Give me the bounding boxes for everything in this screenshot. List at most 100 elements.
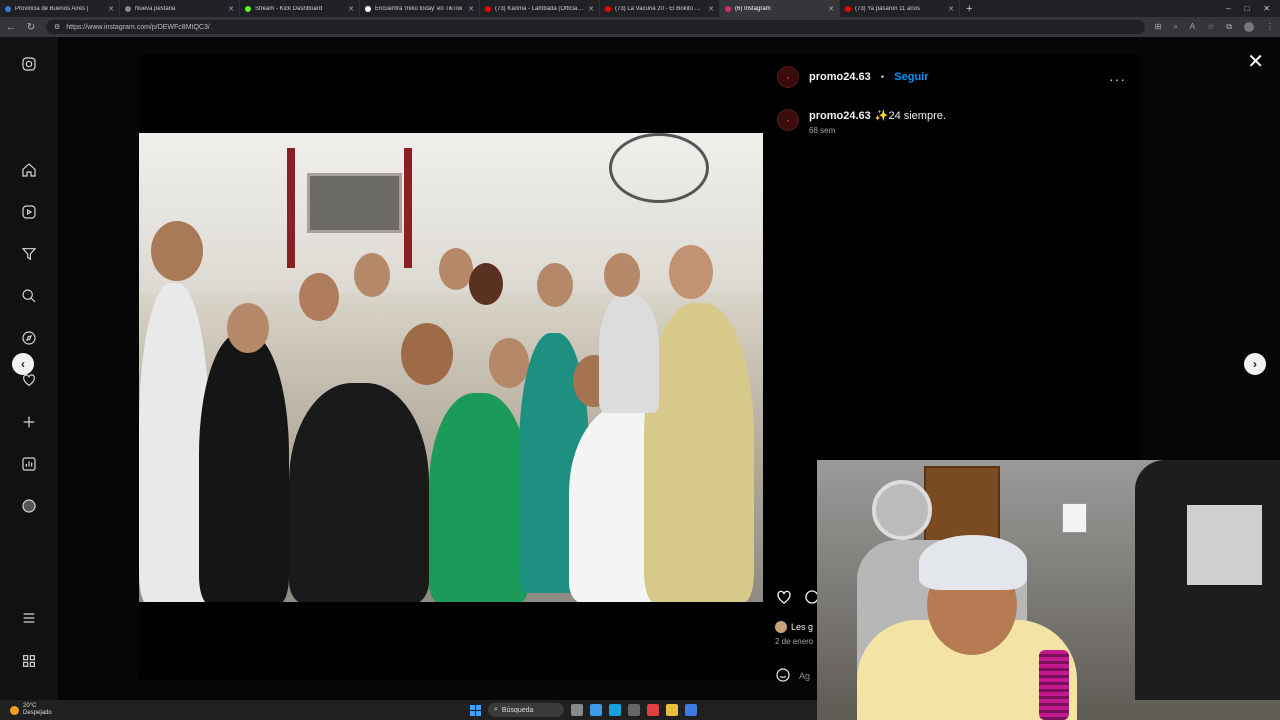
tab-favicon — [605, 5, 611, 12]
taskbar-apps: ⌕ Búsqueda — [470, 703, 697, 717]
photo-head — [354, 253, 390, 297]
photo-window — [307, 173, 402, 233]
cam-sticker — [1062, 503, 1087, 533]
install-icon[interactable]: ⊞ — [1155, 22, 1162, 32]
close-tab-icon[interactable]: ✕ — [828, 5, 834, 13]
tab-new[interactable]: Nueva pestaña ✕ — [120, 0, 240, 17]
photo-head — [537, 263, 573, 307]
tab-youtube-11-anos[interactable]: (73) Ya pasaron 11 años ✕ — [840, 0, 960, 17]
close-window-icon[interactable]: ✕ — [1263, 4, 1270, 13]
extensions-icon[interactable]: ⧉ — [1226, 22, 1232, 32]
photo-head — [669, 245, 713, 299]
tab-favicon — [485, 5, 491, 12]
translate-icon[interactable]: A — [1190, 22, 1195, 32]
close-tab-icon[interactable]: ✕ — [108, 5, 114, 13]
photo-head — [299, 273, 339, 321]
caption-username[interactable]: promo24.63 — [809, 110, 871, 122]
post-media — [139, 55, 763, 679]
close-tab-icon[interactable]: ✕ — [228, 5, 234, 13]
photo-pillar — [287, 148, 295, 268]
liker-avatar — [775, 621, 787, 633]
photo-head — [469, 263, 503, 305]
file-explorer-icon[interactable] — [666, 704, 678, 716]
photo-person — [599, 293, 659, 413]
tab-tiktok[interactable]: Encuentra 'miku today' en TikTok ✕ — [360, 0, 480, 17]
app-icon[interactable] — [647, 704, 659, 716]
close-modal-icon[interactable]: ✕ — [1247, 49, 1264, 74]
reload-icon[interactable]: ↻ — [26, 22, 36, 33]
maximize-icon[interactable]: □ — [1244, 4, 1249, 13]
bookmark-icon[interactable]: ☆ — [1207, 22, 1214, 32]
chrome-icon[interactable] — [590, 704, 602, 716]
tab-instagram[interactable]: (6) Instagram ✕ — [720, 0, 840, 17]
instagram-icon[interactable] — [20, 55, 38, 73]
webcam-overlay — [817, 460, 1280, 720]
menu-icon[interactable] — [20, 609, 38, 627]
browser-toolbar: ← ↻ ⚙ https://www.instagram.com/p/DEWFc8… — [0, 17, 1280, 37]
dashboard-icon[interactable] — [20, 455, 38, 473]
follow-button[interactable]: Seguir — [894, 71, 928, 83]
tab-kick[interactable]: Stream - Kick Dashboard ✕ — [240, 0, 360, 17]
caption-time: 68 sem — [809, 126, 836, 135]
comment-input[interactable]: Ag — [775, 667, 810, 685]
create-icon[interactable] — [20, 413, 38, 431]
caption-row: ● promo24.63 ✨24 siempre. 68 sem — [777, 109, 946, 135]
search-icon[interactable] — [20, 287, 38, 305]
terminal-icon[interactable] — [628, 704, 640, 716]
browser-menu-icon[interactable]: ⋮ — [1266, 22, 1274, 32]
more-options-button[interactable]: ··· — [1109, 71, 1126, 87]
home-icon[interactable] — [20, 161, 38, 179]
notifications-icon[interactable] — [20, 245, 38, 263]
close-tab-icon[interactable]: ✕ — [348, 5, 354, 13]
tab-title: (73) La Vacuna 20 - El Bokito Ofic — [615, 5, 705, 12]
new-tab-button[interactable]: + — [960, 3, 978, 15]
post-photo[interactable] — [139, 133, 763, 602]
caption-text: ✨24 siempre. — [874, 110, 946, 122]
close-tab-icon[interactable]: ✕ — [948, 5, 954, 13]
edge-icon[interactable] — [609, 704, 621, 716]
apps-icon[interactable] — [20, 652, 38, 670]
profile-avatar[interactable] — [1244, 22, 1254, 32]
browser-tab-bar: Provincia de Buenos Aires | ✕ Nueva pesta… — [0, 0, 1280, 17]
close-tab-icon[interactable]: ✕ — [588, 5, 594, 13]
site-info-icon[interactable]: ⚙ — [54, 23, 60, 31]
store-icon[interactable] — [685, 704, 697, 716]
cam-shirt-print — [1187, 505, 1262, 585]
tab-favicon — [5, 5, 11, 12]
back-icon[interactable]: ← — [6, 22, 16, 33]
caption-avatar[interactable]: ● — [777, 109, 799, 131]
tab-title: Encuentra 'miku today' en TikTok — [375, 5, 463, 12]
author-avatar[interactable]: ● — [777, 66, 799, 88]
photo-head — [439, 248, 473, 290]
author-username[interactable]: promo24.63 — [809, 71, 871, 83]
tab-favicon — [245, 5, 251, 12]
next-post-button[interactable]: › — [1244, 353, 1266, 375]
close-tab-icon[interactable]: ✕ — [468, 5, 474, 13]
like-icon[interactable] — [775, 588, 793, 611]
cam-microphone — [1039, 650, 1069, 720]
tab-favicon — [365, 5, 371, 12]
tab-title: Provincia de Buenos Aires | — [15, 5, 89, 12]
close-tab-icon[interactable]: ✕ — [708, 5, 714, 13]
reels-icon[interactable] — [20, 203, 38, 221]
tab-youtube-lambada[interactable]: (73) Kaoma - Lambada (Official V ✕ — [480, 0, 600, 17]
taskbar-search-label: Búsqueda — [501, 706, 534, 714]
weather-text-block: 20°C Despejado — [23, 703, 52, 717]
tab-favicon — [125, 5, 131, 12]
zoom-icon[interactable]: ⌕ — [1173, 22, 1177, 32]
explore-icon[interactable] — [20, 329, 38, 347]
emoji-icon[interactable] — [775, 667, 791, 685]
address-bar[interactable]: ⚙ https://www.instagram.com/p/DEWFc8MtQC… — [46, 20, 1145, 34]
screen: Provincia de Buenos Aires | ✕ Nueva pesta… — [0, 0, 1280, 720]
profile-icon[interactable] — [20, 497, 38, 515]
tab-youtube-vacuna[interactable]: (73) La Vacuna 20 - El Bokito Ofic ✕ — [600, 0, 720, 17]
caption-block: promo24.63 ✨24 siempre. 68 sem — [809, 109, 946, 135]
likes-text[interactable]: Les g — [791, 622, 813, 632]
tab-provincia[interactable]: Provincia de Buenos Aires | ✕ — [0, 0, 120, 17]
taskbar-search[interactable]: ⌕ Búsqueda — [488, 703, 564, 717]
weather-widget[interactable]: 20°C Despejado — [0, 703, 52, 717]
minimize-icon[interactable]: – — [1226, 4, 1230, 13]
task-view-icon[interactable] — [571, 704, 583, 716]
previous-post-button[interactable]: ‹ — [12, 353, 34, 375]
windows-start-icon[interactable] — [470, 704, 481, 716]
